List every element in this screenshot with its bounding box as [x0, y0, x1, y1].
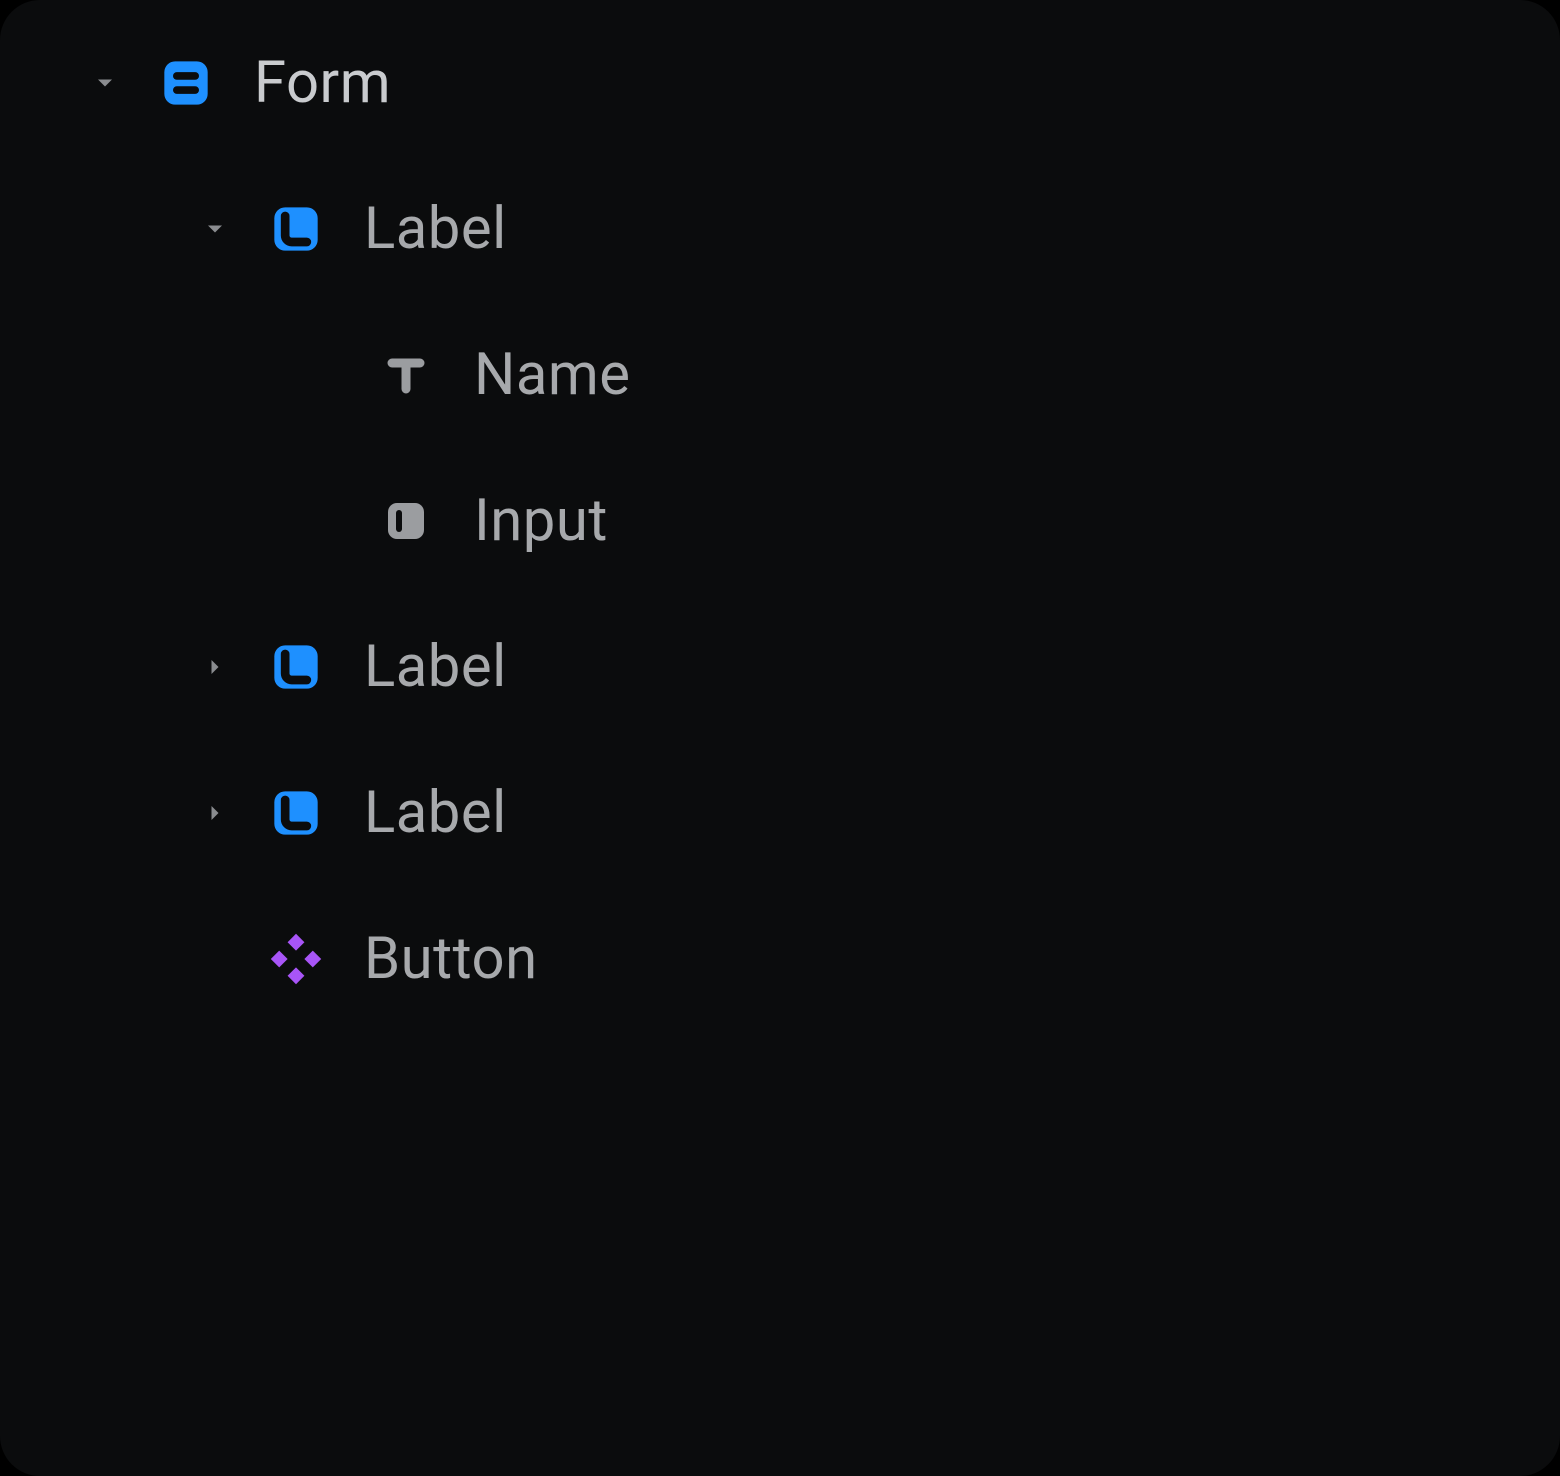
tree-row-label: Label	[364, 784, 507, 842]
label-icon	[266, 641, 326, 693]
chevron-right-icon[interactable]	[190, 799, 240, 827]
tree-row-label: Button	[364, 930, 538, 988]
chevron-right-icon[interactable]	[190, 653, 240, 681]
tree-row-button[interactable]: Button	[0, 886, 1560, 1032]
tree-row-label: Label	[364, 200, 507, 258]
tree-row-label-3[interactable]: Label	[0, 740, 1560, 886]
form-icon	[156, 57, 216, 109]
label-icon	[266, 203, 326, 255]
chevron-down-icon[interactable]	[80, 69, 130, 97]
tree-row-label: Name	[474, 346, 631, 404]
tree-row-form[interactable]: Form	[0, 10, 1560, 156]
tree-row-label: Input	[474, 492, 608, 550]
tree-row-label-2[interactable]: Label	[0, 594, 1560, 740]
tree-row-label: Label	[364, 638, 507, 696]
label-icon	[266, 787, 326, 839]
tree-row-label-1[interactable]: Label	[0, 156, 1560, 302]
tree-row-label: Form	[254, 54, 391, 112]
input-icon	[376, 497, 436, 545]
text-icon	[376, 351, 436, 399]
chevron-down-icon[interactable]	[190, 215, 240, 243]
layers-panel: Form Label Name	[0, 0, 1560, 1476]
component-icon	[266, 933, 326, 985]
tree-row-input[interactable]: Input	[0, 448, 1560, 594]
tree-row-name[interactable]: Name	[0, 302, 1560, 448]
